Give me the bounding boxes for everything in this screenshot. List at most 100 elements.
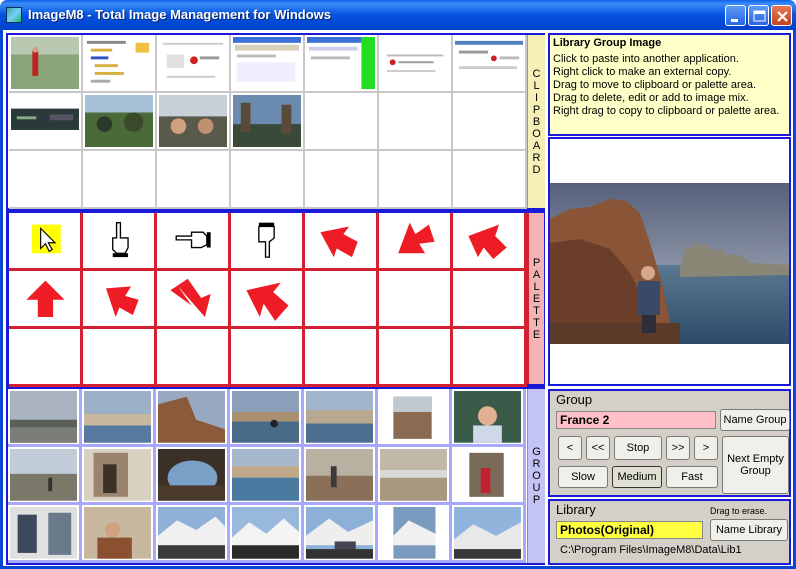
group-photo-cell[interactable] <box>82 447 156 505</box>
clipboard-cell[interactable] <box>9 35 83 93</box>
app-icon[interactable] <box>6 7 22 23</box>
red-arrow-down-left-icon[interactable] <box>85 273 152 323</box>
group-photo-cell[interactable] <box>82 505 156 563</box>
maximize-button[interactable] <box>748 5 769 26</box>
group-photo-cell[interactable] <box>82 389 156 447</box>
palette-cell[interactable] <box>305 329 379 387</box>
palette-cell[interactable] <box>157 329 231 387</box>
group-photo-cell[interactable] <box>304 505 378 563</box>
pointing-hand-left-icon[interactable] <box>159 215 226 265</box>
clipboard-cell[interactable] <box>83 93 157 151</box>
minimize-button[interactable] <box>725 5 746 26</box>
clipboard-cell[interactable] <box>231 93 305 151</box>
palette-cell[interactable] <box>157 271 231 329</box>
palette-cell[interactable] <box>379 329 453 387</box>
clipboard-cell[interactable] <box>231 151 305 209</box>
red-arrow-down-right-icon[interactable] <box>159 273 226 323</box>
palette-cell[interactable] <box>231 213 305 271</box>
image-preview[interactable] <box>548 137 791 386</box>
library-name-field[interactable]: Photos(Original) <box>556 521 703 539</box>
red-arrow-up-left-icon[interactable] <box>233 273 300 323</box>
group-label-letter: R <box>532 458 541 470</box>
clipboard-cell[interactable] <box>9 93 83 151</box>
group-photo-cell[interactable] <box>452 447 526 505</box>
title-bar[interactable]: ImageM8 - Total Image Management for Win… <box>0 0 796 30</box>
clipboard-cell[interactable] <box>157 151 231 209</box>
fast-speed-button[interactable]: Fast <box>666 466 718 488</box>
rewind-button[interactable]: << <box>586 436 610 460</box>
clipboard-cell[interactable] <box>379 93 453 151</box>
clipboard-cell[interactable] <box>9 151 83 209</box>
clipboard-cell[interactable] <box>379 151 453 209</box>
palette-cell[interactable] <box>305 213 379 271</box>
clipboard-cell[interactable] <box>157 35 231 93</box>
previous-button[interactable]: < <box>558 436 582 460</box>
palette-cell[interactable] <box>231 329 305 387</box>
palette-cell[interactable] <box>379 271 453 329</box>
group-photo-cell[interactable] <box>304 447 378 505</box>
red-arrow-up-icon[interactable] <box>11 273 78 323</box>
group-photo-cell[interactable] <box>230 389 304 447</box>
stop-button[interactable]: Stop <box>614 436 662 460</box>
group-photo-cell[interactable] <box>8 447 82 505</box>
clipboard-cell[interactable] <box>453 93 527 151</box>
clipboard-cell[interactable] <box>83 151 157 209</box>
palette-cell[interactable] <box>9 329 83 387</box>
close-button[interactable] <box>771 5 792 26</box>
group-photo-cell[interactable] <box>8 389 82 447</box>
palette-cell[interactable] <box>231 271 305 329</box>
palette-cell[interactable] <box>453 213 527 271</box>
clipboard-cell[interactable] <box>453 35 527 93</box>
group-photo-cell[interactable] <box>156 389 230 447</box>
group-photo-cell[interactable] <box>378 447 452 505</box>
group-photo-cell[interactable] <box>378 505 452 563</box>
group-photo-cell[interactable] <box>230 447 304 505</box>
palette-cell[interactable] <box>453 329 527 387</box>
pointing-hand-down-icon[interactable] <box>233 215 300 265</box>
palette-cell[interactable] <box>83 213 157 271</box>
name-library-button[interactable]: Name Library <box>710 519 788 541</box>
next-empty-group-button[interactable]: Next Empty Group <box>722 436 789 494</box>
next-button[interactable]: > <box>694 436 718 460</box>
info-line: Right click to make an external copy. <box>553 66 732 78</box>
pointer-arrow-icon[interactable] <box>11 215 78 265</box>
clipboard-cell[interactable] <box>305 151 379 209</box>
name-group-button[interactable]: Name Group <box>720 409 790 431</box>
clipboard-cell[interactable] <box>305 93 379 151</box>
palette-cell[interactable] <box>305 271 379 329</box>
group-photo-cell[interactable] <box>452 389 526 447</box>
group-photo-cell[interactable] <box>304 389 378 447</box>
group-photo-cell[interactable] <box>230 505 304 563</box>
drag-to-erase-hint[interactable]: Drag to erase. <box>710 506 767 516</box>
palette-cell[interactable] <box>453 271 527 329</box>
info-line: Right drag to copy to clipboard or palet… <box>553 105 780 117</box>
preview-photo[interactable] <box>550 183 789 344</box>
clipboard-cell[interactable] <box>453 151 527 209</box>
red-arrow-up-left-icon[interactable] <box>381 215 448 265</box>
pointing-hand-up-icon[interactable] <box>85 215 152 265</box>
group-photo-cell[interactable] <box>156 447 230 505</box>
clipboard-cell[interactable] <box>157 93 231 151</box>
group-photo-cell[interactable] <box>452 505 526 563</box>
group-photo-cell[interactable] <box>156 505 230 563</box>
group-photo-cell[interactable] <box>378 389 452 447</box>
palette-cell[interactable] <box>9 213 83 271</box>
clipboard-cell[interactable] <box>379 35 453 93</box>
medium-speed-button[interactable]: Medium <box>612 466 662 488</box>
group-name-field[interactable]: France 2 <box>556 411 716 429</box>
clipboard-cell[interactable] <box>231 35 305 93</box>
fast-forward-button[interactable]: >> <box>666 436 690 460</box>
palette-cell[interactable] <box>83 271 157 329</box>
palette-cell[interactable] <box>83 329 157 387</box>
clipboard-cell[interactable] <box>83 35 157 93</box>
palette-cell[interactable] <box>9 271 83 329</box>
palette-cell[interactable] <box>157 213 231 271</box>
window-client: C L I P B O A R D P A L E T T E G R O U … <box>3 30 793 566</box>
slow-speed-button[interactable]: Slow <box>558 466 608 488</box>
clipboard-cell[interactable] <box>305 35 379 93</box>
red-arrow-down-left-icon[interactable] <box>307 215 374 265</box>
photo-thumbnail <box>380 449 447 501</box>
palette-cell[interactable] <box>379 213 453 271</box>
red-arrow-up-left-icon[interactable] <box>455 215 522 265</box>
group-photo-cell[interactable] <box>8 505 82 563</box>
